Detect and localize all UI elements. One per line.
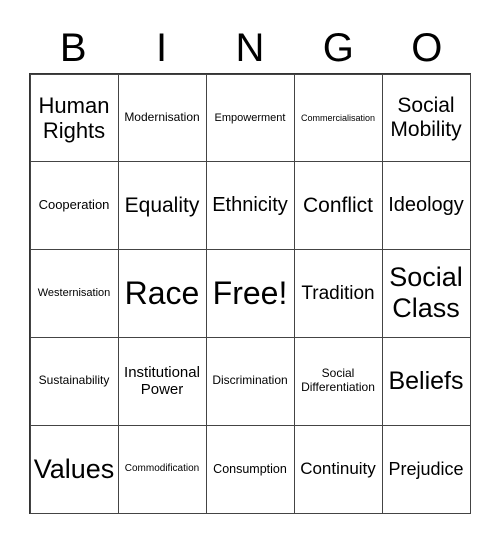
header-letter-b: B: [59, 26, 87, 70]
bingo-cell[interactable]: Commodification: [117, 424, 207, 514]
bingo-cell[interactable]: Consumption: [205, 424, 295, 514]
bingo-cell[interactable]: Ideology: [381, 161, 471, 251]
bingo-cell[interactable]: Race: [117, 249, 207, 338]
header-letter-i: I: [156, 26, 168, 70]
bingo-cell[interactable]: Conflict: [293, 161, 383, 251]
bingo-cell[interactable]: Discrimination: [205, 336, 295, 426]
free-space-cell[interactable]: Free!: [205, 249, 295, 338]
bingo-cell[interactable]: Cooperation: [29, 161, 119, 251]
bingo-cell[interactable]: Ethnicity: [205, 161, 295, 251]
bingo-cell[interactable]: Social Differentiation: [293, 336, 383, 426]
bingo-cell[interactable]: Tradition: [293, 249, 383, 338]
header-letter-o: O: [411, 26, 443, 70]
bingo-cell[interactable]: Sustainability: [29, 336, 119, 426]
bingo-cell[interactable]: Continuity: [293, 424, 383, 514]
bingo-cell[interactable]: Social Class: [381, 249, 471, 338]
bingo-cell[interactable]: Modernisation: [117, 73, 207, 163]
bingo-grid: Human Rights Modernisation Empowerment Comm…: [29, 73, 471, 514]
header-letter-g: G: [322, 26, 354, 70]
bingo-cell[interactable]: Westernisation: [29, 249, 119, 338]
bingo-header: B I N G O: [29, 22, 471, 74]
bingo-cell[interactable]: Institutional Power: [117, 336, 207, 426]
bingo-cell[interactable]: Commercialisation: [293, 73, 383, 163]
header-letter-n: N: [235, 26, 265, 70]
bingo-cell[interactable]: Equality: [117, 161, 207, 251]
bingo-cell[interactable]: Values: [29, 424, 119, 514]
bingo-cell[interactable]: Social Mobility: [381, 73, 471, 163]
bingo-cell[interactable]: Prejudice: [381, 424, 471, 514]
bingo-cell[interactable]: Human Rights: [29, 73, 119, 163]
bingo-cell[interactable]: Beliefs: [381, 336, 471, 426]
bingo-cell[interactable]: Empowerment: [205, 73, 295, 163]
